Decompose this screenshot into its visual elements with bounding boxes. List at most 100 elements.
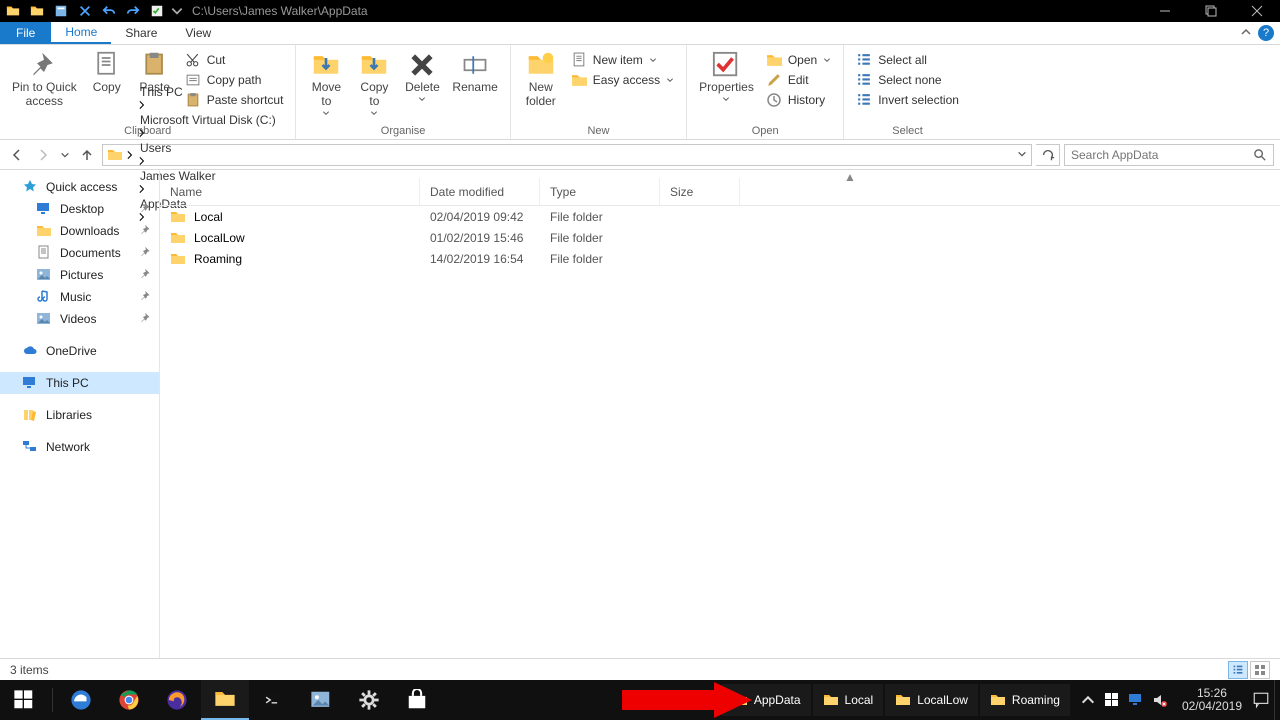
folder-icon	[170, 209, 186, 225]
pin-icon	[140, 224, 151, 238]
folder-icon	[170, 230, 186, 246]
search-input[interactable]	[1071, 148, 1247, 162]
taskbar-settings[interactable]	[345, 680, 393, 720]
move-to-button[interactable]: Move to	[302, 47, 350, 123]
properties-button[interactable]: Properties	[693, 47, 760, 109]
qat-folder2-icon[interactable]	[26, 0, 48, 22]
system-tray	[1072, 692, 1176, 708]
open-group-label: Open	[693, 123, 837, 139]
taskbar-window-local[interactable]: Local	[813, 684, 884, 716]
nav-pinned-music[interactable]: Music	[0, 286, 159, 308]
show-desktop-button[interactable]	[1274, 680, 1280, 720]
nav-pinned-downloads[interactable]: Downloads	[0, 220, 159, 242]
nav-this-pc[interactable]: This PC	[0, 372, 159, 394]
pin-icon	[140, 246, 151, 260]
collapse-ribbon-icon[interactable]	[1240, 26, 1252, 41]
share-tab[interactable]: Share	[111, 22, 171, 44]
edit-button[interactable]: Edit	[760, 71, 837, 89]
pin-icon	[140, 290, 151, 304]
new-folder-button[interactable]: New folder	[517, 47, 565, 113]
col-type[interactable]: Type	[540, 178, 660, 205]
action-center-icon[interactable]	[1252, 691, 1270, 709]
history-button[interactable]: History	[760, 91, 837, 109]
taskbar-edge[interactable]	[57, 680, 105, 720]
close-button[interactable]	[1234, 0, 1280, 22]
cut-button[interactable]: Cut	[179, 51, 290, 69]
nav-pinned-pictures[interactable]: Pictures	[0, 264, 159, 286]
breadcrumb-0[interactable]: This PC	[137, 85, 279, 99]
taskbar-store[interactable]	[393, 680, 441, 720]
breadcrumb-1[interactable]: Microsoft Virtual Disk (C:)	[137, 113, 279, 127]
taskbar-explorer[interactable]	[201, 680, 249, 720]
taskbar-photos[interactable]	[297, 680, 345, 720]
refresh-button[interactable]	[1036, 144, 1060, 166]
thumbnails-view-button[interactable]	[1250, 661, 1270, 679]
tray-defender-icon[interactable]	[1104, 692, 1120, 708]
up-button[interactable]	[76, 144, 98, 166]
column-headers: Name Date modified Type Size	[160, 178, 1280, 206]
taskbar-chrome[interactable]	[105, 680, 153, 720]
help-button[interactable]: ?	[1258, 25, 1274, 41]
copy-button[interactable]: Copy	[83, 47, 131, 99]
qat-undo-icon[interactable]	[98, 0, 120, 22]
nav-pinned-documents[interactable]: Documents	[0, 242, 159, 264]
easy-access-button[interactable]: Easy access	[565, 71, 680, 89]
nav-onedrive[interactable]: OneDrive	[0, 340, 159, 362]
tray-volume-icon[interactable]	[1152, 692, 1168, 708]
navigation-pane: Quick access DesktopDownloadsDocumentsPi…	[0, 170, 160, 658]
col-date[interactable]: Date modified	[420, 178, 540, 205]
recent-dropdown-icon[interactable]	[58, 144, 72, 166]
col-size[interactable]: Size	[660, 178, 740, 205]
file-tab[interactable]: File	[0, 22, 51, 44]
nav-libraries[interactable]: Libraries	[0, 404, 159, 426]
minimize-button[interactable]	[1142, 0, 1188, 22]
tray-overflow-icon[interactable]	[1080, 692, 1096, 708]
taskbar-window-locallow[interactable]: LocalLow	[885, 684, 978, 716]
qat-checklist-icon[interactable]	[146, 0, 168, 22]
copy-to-button[interactable]: Copy to	[350, 47, 398, 123]
start-button[interactable]	[0, 680, 48, 720]
back-button[interactable]	[6, 144, 28, 166]
address-dropdown-icon[interactable]	[1013, 148, 1031, 162]
open-button[interactable]: Open	[760, 51, 837, 69]
taskbar-window-roaming[interactable]: Roaming	[980, 684, 1070, 716]
new-item-button[interactable]: New item	[565, 51, 680, 69]
breadcrumb-2[interactable]: Users	[137, 141, 279, 155]
delete-button[interactable]: Delete	[398, 47, 446, 109]
organise-group-label: Organise	[302, 123, 503, 139]
file-row[interactable]: Roaming14/02/2019 16:54File folder	[160, 248, 1280, 269]
maximize-button[interactable]	[1188, 0, 1234, 22]
invert-selection-button[interactable]: Invert selection	[850, 91, 965, 109]
taskbar-window-appdata[interactable]: AppData	[722, 684, 811, 716]
chevron-right-icon	[137, 100, 147, 110]
qat-dropdown-icon[interactable]	[170, 0, 184, 22]
qat-folder1-icon[interactable]	[2, 0, 24, 22]
taskbar-terminal[interactable]	[249, 680, 297, 720]
select-all-button[interactable]: Select all	[850, 51, 965, 69]
sort-ascending-icon: ▲	[844, 170, 856, 184]
qat-delete-icon[interactable]	[74, 0, 96, 22]
taskbar-firefox[interactable]	[153, 680, 201, 720]
status-bar: 3 items	[0, 658, 1280, 680]
nav-pinned-desktop[interactable]: Desktop	[0, 198, 159, 220]
nav-network[interactable]: Network	[0, 436, 159, 458]
file-row[interactable]: Local02/04/2019 09:42File folder	[160, 206, 1280, 227]
rename-button[interactable]: Rename	[446, 47, 503, 99]
home-tab[interactable]: Home	[51, 22, 111, 44]
forward-button[interactable]	[32, 144, 54, 166]
taskbar-clock[interactable]: 15:2602/04/2019	[1176, 687, 1248, 713]
file-row[interactable]: LocalLow01/02/2019 15:46File folder	[160, 227, 1280, 248]
nav-pinned-videos[interactable]: Videos	[0, 308, 159, 330]
tray-network-icon[interactable]	[1128, 692, 1144, 708]
taskbar-window-group: AppDataLocalLocalLowRoaming	[722, 680, 1072, 720]
pin-to-quick-access-button[interactable]: Pin to Quick access	[6, 47, 83, 113]
col-name[interactable]: Name	[160, 178, 420, 205]
qat-redo-icon[interactable]	[122, 0, 144, 22]
nav-quick-access[interactable]: Quick access	[0, 176, 159, 198]
view-tab[interactable]: View	[171, 22, 225, 44]
search-box[interactable]	[1064, 144, 1274, 166]
select-none-button[interactable]: Select none	[850, 71, 965, 89]
details-view-button[interactable]	[1228, 661, 1248, 679]
qat-properties-icon[interactable]	[50, 0, 72, 22]
address-bar[interactable]: This PCMicrosoft Virtual Disk (C:)UsersJ…	[102, 144, 1032, 166]
